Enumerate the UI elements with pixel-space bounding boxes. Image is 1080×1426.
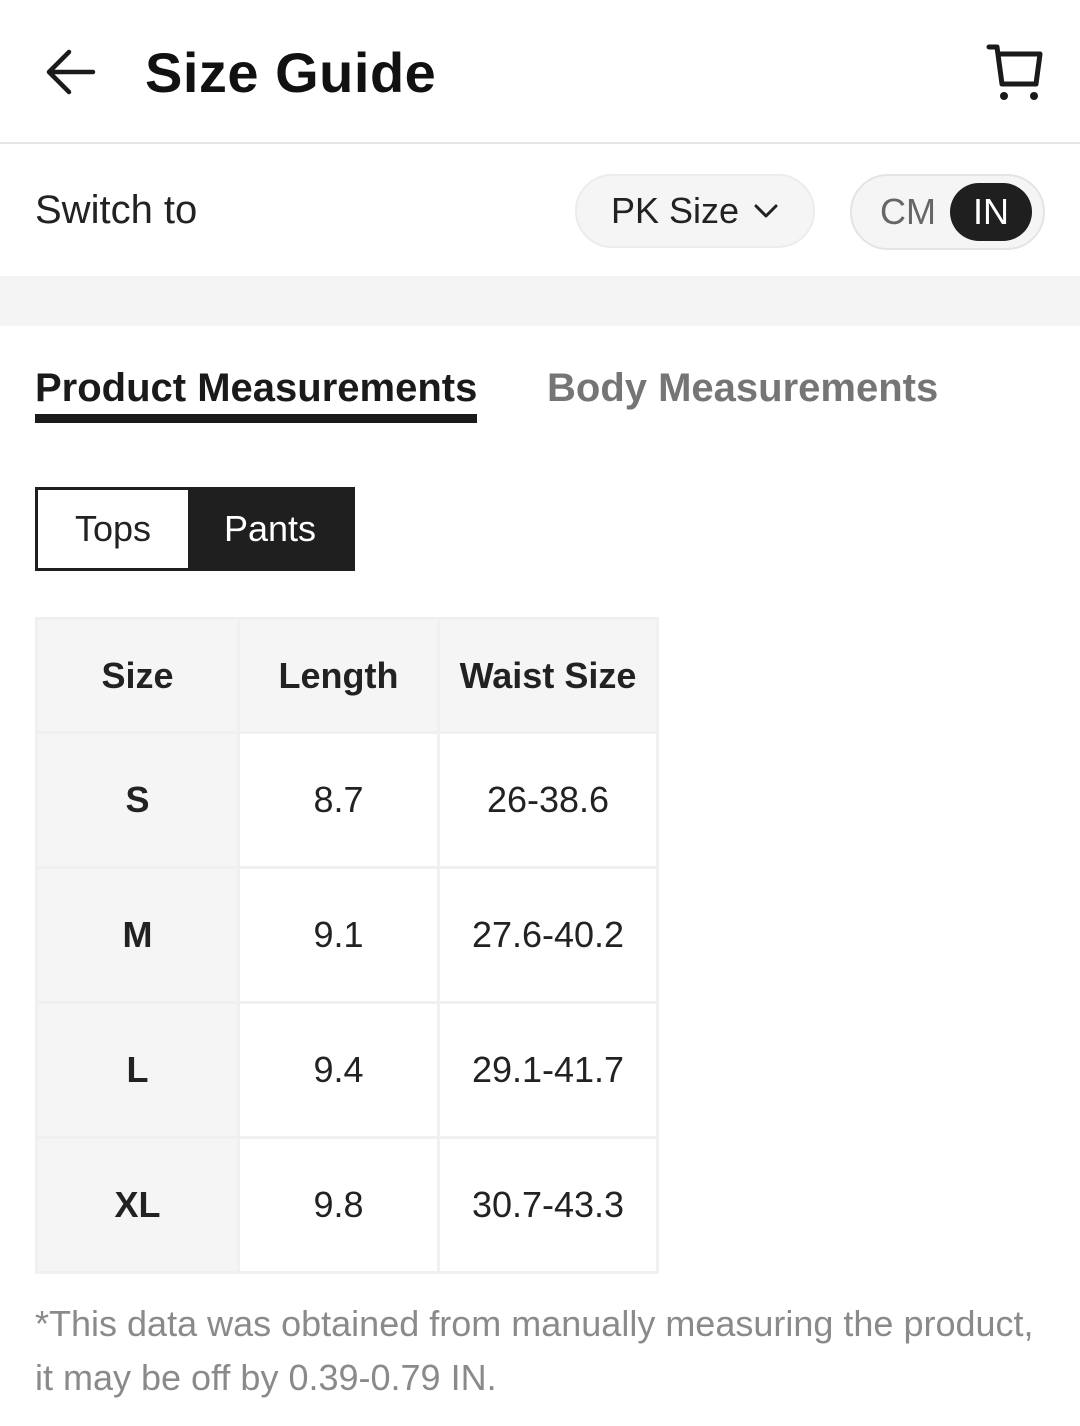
unit-toggle: CM IN	[850, 174, 1045, 250]
size-region-value: PK Size	[610, 190, 740, 231]
length-cell: 9.8	[237, 1136, 440, 1274]
measurement-disclaimer: *This data was obtained from manually me…	[35, 1303, 1034, 1398]
segment-pants[interactable]: Pants	[188, 490, 352, 568]
table-row: XL 9.8 30.7-43.3	[35, 1136, 659, 1274]
waist-cell: 29.1-41.7	[437, 1001, 659, 1139]
tab-body-measurements[interactable]: Body Measurements	[547, 362, 938, 414]
header-waist-size: Waist Size	[437, 617, 659, 734]
waist-cell: 27.6-40.2	[437, 866, 659, 1004]
table-row: M 9.1 27.6-40.2	[35, 866, 659, 1004]
table-row: L 9.4 29.1-41.7	[35, 1001, 659, 1139]
waist-cell: 26-38.6	[437, 731, 659, 869]
size-cell: XL	[35, 1136, 240, 1274]
size-region-select[interactable]: PK Size	[575, 174, 815, 248]
chevron-down-icon	[754, 204, 778, 218]
header-size: Size	[35, 617, 240, 734]
active-tab-indicator	[35, 414, 477, 423]
header-length: Length	[237, 617, 440, 734]
size-table: Size Length Waist Size S 8.7 26-38.6 M 9…	[35, 617, 659, 1274]
switch-row: Switch to PK Size CM IN	[0, 146, 1080, 276]
cart-icon	[986, 44, 1043, 100]
cart-button[interactable]	[982, 40, 1048, 106]
size-cell: S	[35, 731, 240, 869]
category-segment: Tops Pants	[35, 487, 355, 571]
length-cell: 8.7	[237, 731, 440, 869]
app-header: Size Guide	[0, 0, 1080, 144]
tab-product-measurements[interactable]: Product Measurements	[35, 362, 477, 414]
table-row: S 8.7 26-38.6	[35, 731, 659, 869]
unit-cm-option[interactable]: CM	[866, 183, 950, 241]
arrow-left-icon	[46, 49, 96, 95]
size-cell: L	[35, 1001, 240, 1139]
length-cell: 9.4	[237, 1001, 440, 1139]
length-cell: 9.1	[237, 866, 440, 1004]
switch-label: Switch to	[35, 188, 198, 232]
unit-in-option[interactable]: IN	[950, 183, 1032, 241]
page-title: Size Guide	[145, 41, 437, 104]
section-divider	[0, 276, 1080, 326]
table-header-row: Size Length Waist Size	[35, 617, 659, 734]
back-button[interactable]	[40, 40, 102, 104]
size-cell: M	[35, 866, 240, 1004]
waist-cell: 30.7-43.3	[437, 1136, 659, 1274]
segment-tops[interactable]: Tops	[38, 490, 188, 568]
